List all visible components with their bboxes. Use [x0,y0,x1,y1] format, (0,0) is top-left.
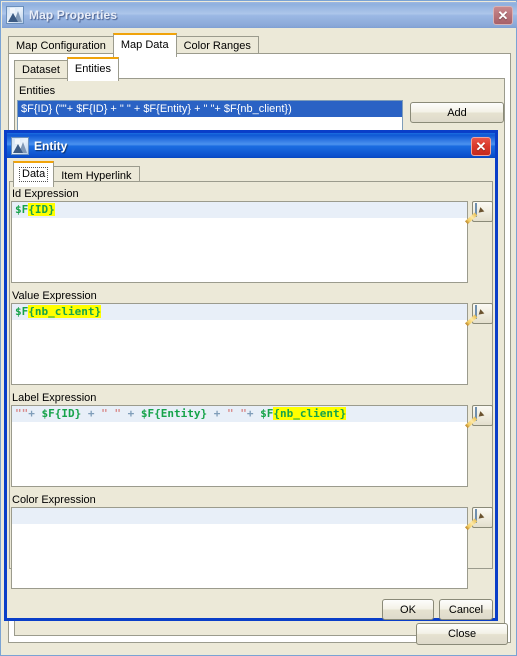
id-expression-edit-button[interactable] [465,201,493,225]
tab-map-data[interactable]: Map Data [112,33,177,57]
entity-dialog: Entity ✕ Data Item Hyperlink Id Expressi… [4,130,498,621]
map-properties-titlebar[interactable]: Map Properties ✕ [2,2,517,28]
cancel-button[interactable]: Cancel [439,599,493,620]
label-expression-text: ""+ $F{ID} + " " + $F{Entity} + " "+ $F{… [12,406,467,422]
value-expression-label: Value Expression [12,290,97,302]
label-expression-editor[interactable]: ""+ $F{ID} + " " + $F{Entity} + " "+ $F{… [11,405,468,487]
close-icon: ✕ [497,8,509,23]
subtab-dataset-label: Dataset [22,64,60,76]
tab-data-label: Data [19,167,49,182]
id-expression-editor[interactable]: $F{ID} [11,201,468,283]
map-properties-icon [6,6,24,24]
tab-map-data-label: Map Data [120,39,169,51]
map-properties-close-button[interactable]: ✕ [493,6,513,25]
close-button[interactable]: Close [416,623,508,645]
close-icon: ✕ [475,139,487,154]
entities-group-label: Entities [19,85,56,97]
pencil-edit-icon [465,305,485,327]
entity-icon [11,136,29,155]
id-expression-text: $F{ID} [12,202,467,218]
color-expression-label: Color Expression [12,494,96,506]
subtab-entities[interactable]: Entities [66,57,119,81]
value-expression-text: $F{nb_client} [12,304,467,320]
entity-dialog-title: Entity [34,138,68,153]
color-expression-editor[interactable] [11,507,468,589]
pencil-edit-icon [465,509,485,531]
map-data-subtabstrip: Dataset Entities [14,57,119,81]
label-expression-label: Label Expression [12,392,97,404]
pencil-edit-icon [465,203,485,225]
value-expression-edit-button[interactable] [465,303,493,327]
entity-dialog-close-button[interactable]: ✕ [471,137,491,156]
pencil-edit-icon [465,407,485,429]
entity-dialog-titlebar[interactable]: Entity ✕ [7,133,495,158]
subtab-dataset[interactable]: Dataset [14,60,68,80]
label-expression-edit-button[interactable] [465,405,493,429]
ok-button[interactable]: OK [382,599,434,620]
value-expression-editor[interactable]: $F{nb_client} [11,303,468,385]
color-expression-text [12,508,467,524]
id-expression-label: Id Expression [12,188,79,200]
tab-map-configuration-label: Map Configuration [16,40,106,52]
entities-list-item[interactable]: $F{ID} (""+ $F{ID} + " " + $F{Entity} + … [18,101,402,117]
tab-data[interactable]: Data [13,161,55,187]
tab-color-ranges-label: Color Ranges [183,40,251,52]
subtab-entities-label: Entities [74,63,111,75]
add-entity-button[interactable]: Add [410,102,504,123]
map-properties-title: Map Properties [29,8,118,22]
color-expression-edit-button[interactable] [465,507,493,531]
